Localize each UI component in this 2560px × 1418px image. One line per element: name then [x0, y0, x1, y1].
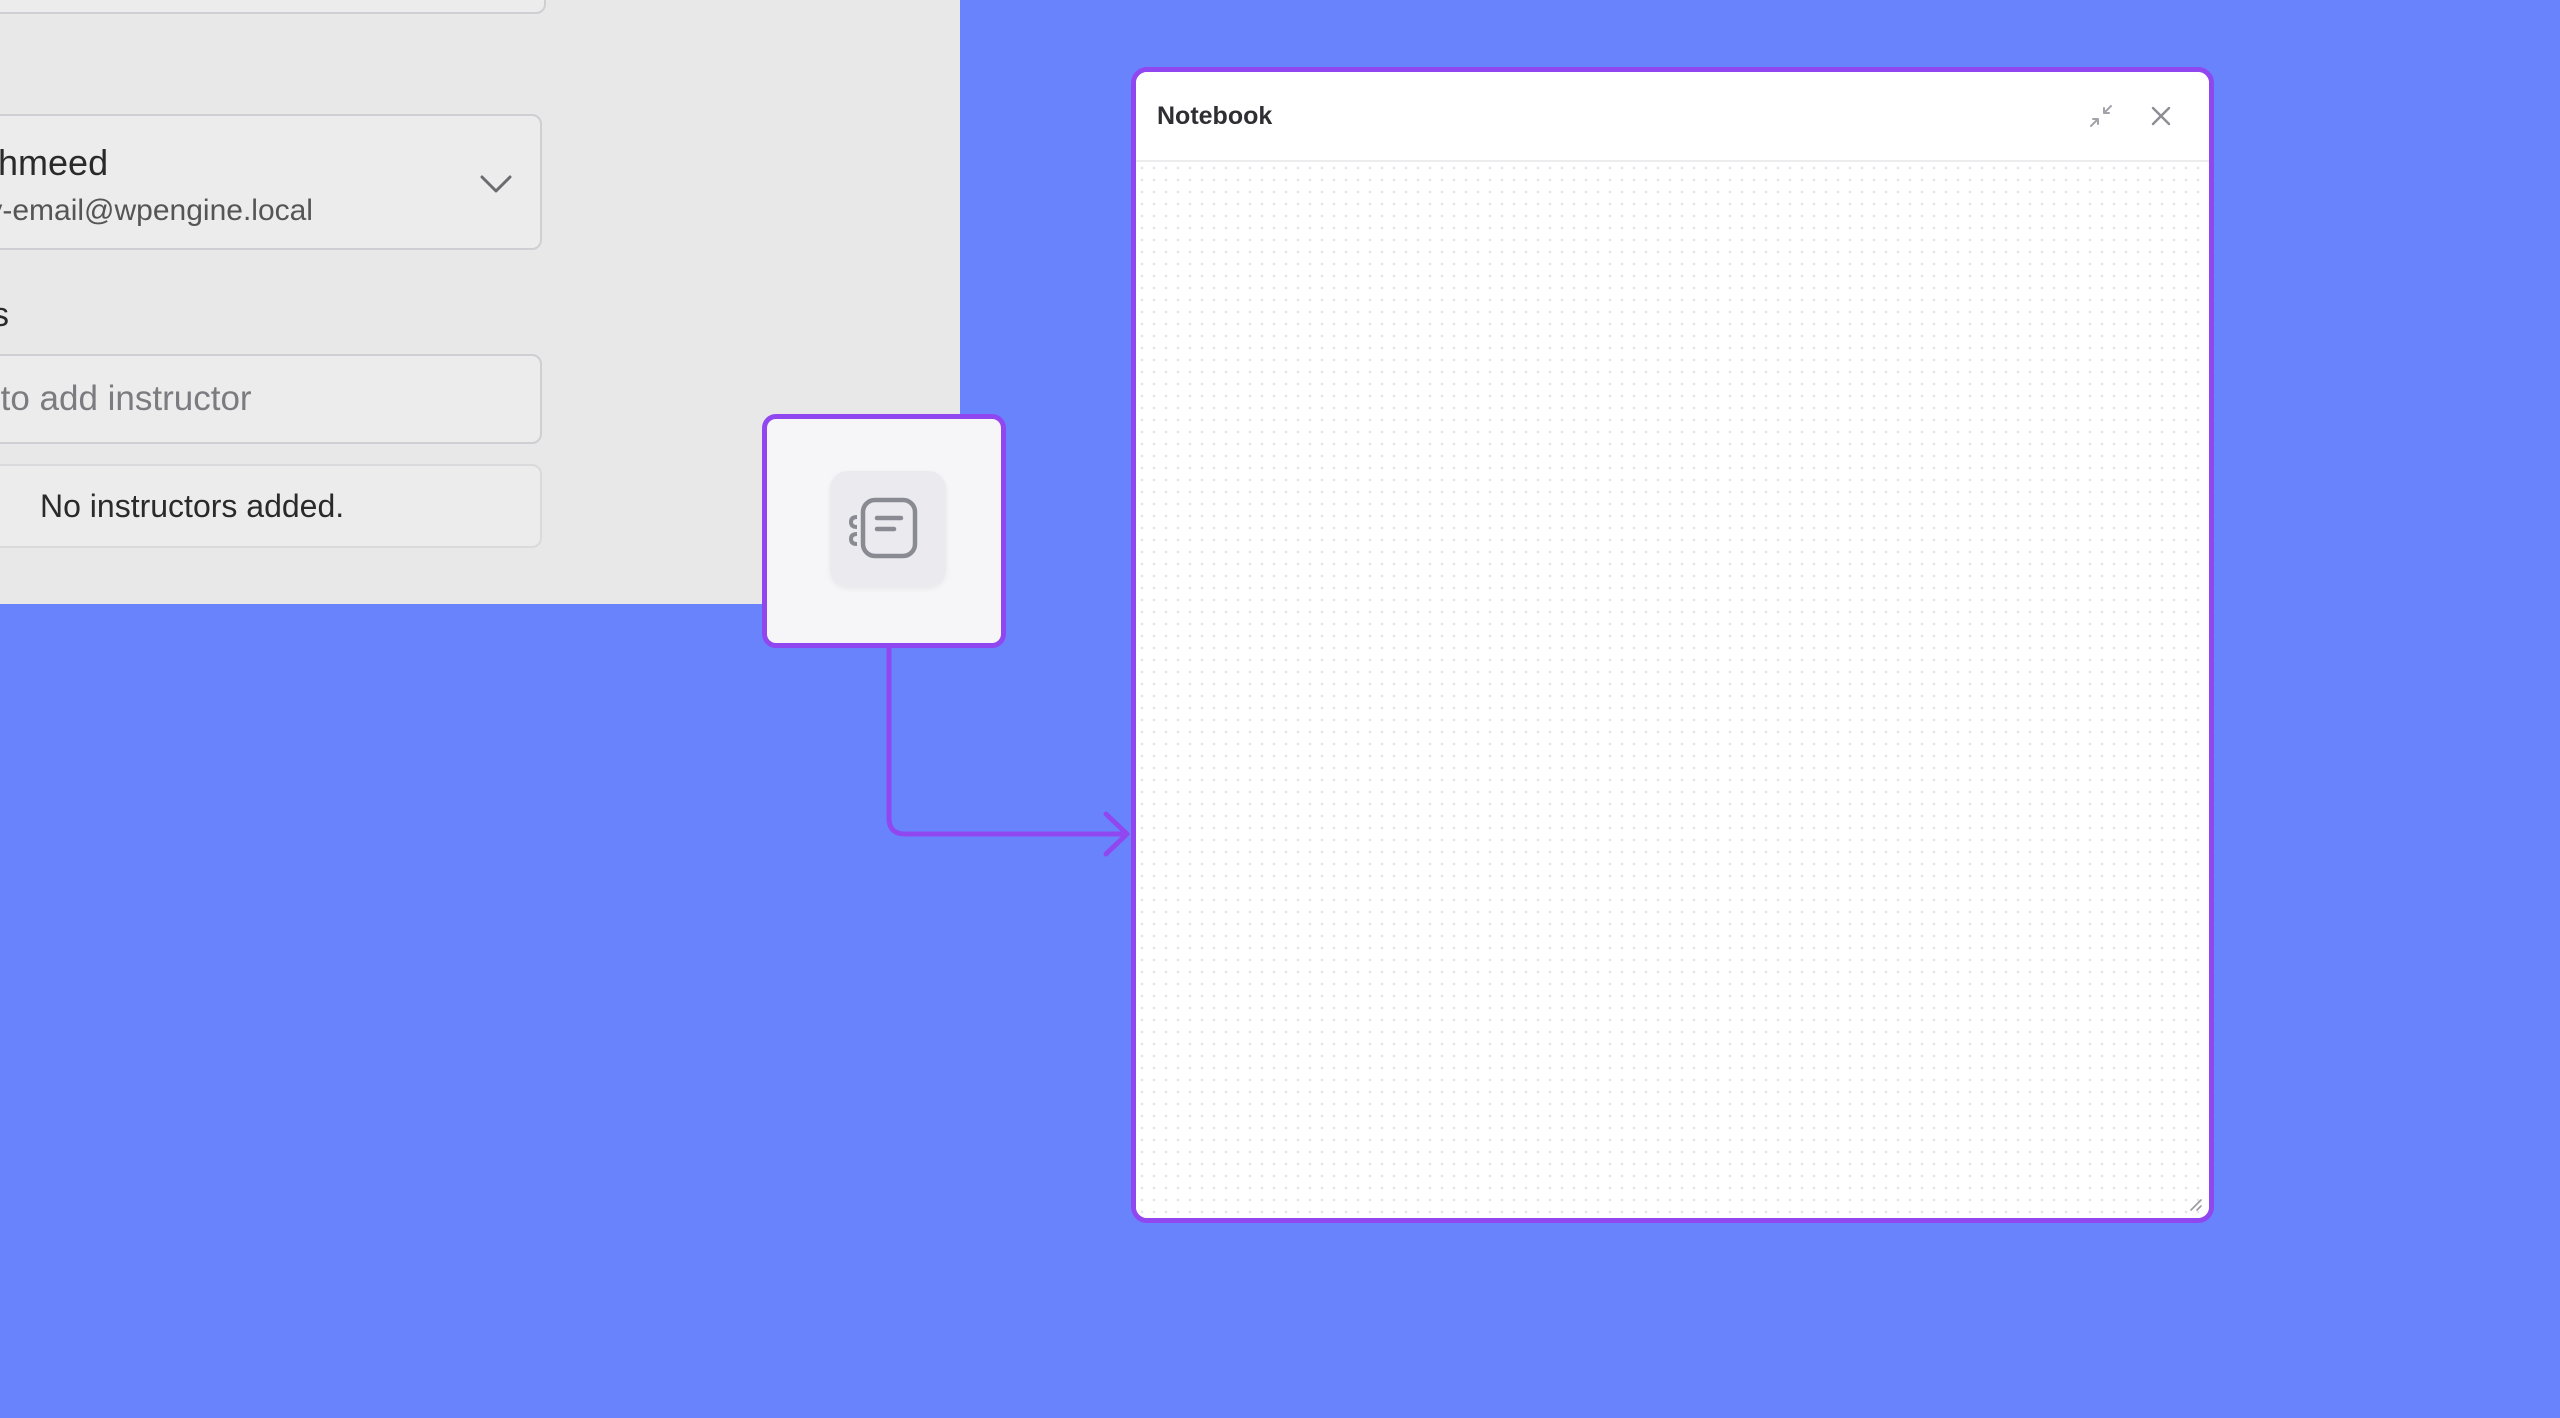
user-email: dev-email@wpengine.local [0, 194, 313, 227]
close-button[interactable] [2143, 98, 2179, 134]
chevron-down-icon [480, 175, 512, 193]
node-icon-tile [830, 471, 946, 587]
notebook-icon [848, 497, 918, 559]
instructors-empty-state: No instructors added. [0, 464, 542, 548]
instructor-search-input[interactable] [0, 354, 542, 444]
resize-handle-icon[interactable] [2185, 1194, 2203, 1212]
notebook-title: Notebook [1157, 102, 1273, 130]
minimize-button[interactable] [2083, 98, 2119, 134]
user-name: Tahmeed [0, 142, 109, 183]
notebook-canvas[interactable] [1136, 162, 2209, 1218]
instructors-label: s [0, 296, 9, 334]
notebook-node[interactable] [762, 414, 1006, 648]
empty-state-text: No instructors added. [40, 488, 345, 524]
form-field-partial[interactable] [0, 0, 546, 14]
close-icon [2151, 106, 2171, 126]
notebook-window: Notebook [1131, 67, 2214, 1223]
user-select[interactable]: Tahmeed dev-email@wpengine.local [0, 114, 542, 250]
notebook-header: Notebook [1136, 72, 2209, 162]
minimize-icon [2090, 105, 2112, 127]
